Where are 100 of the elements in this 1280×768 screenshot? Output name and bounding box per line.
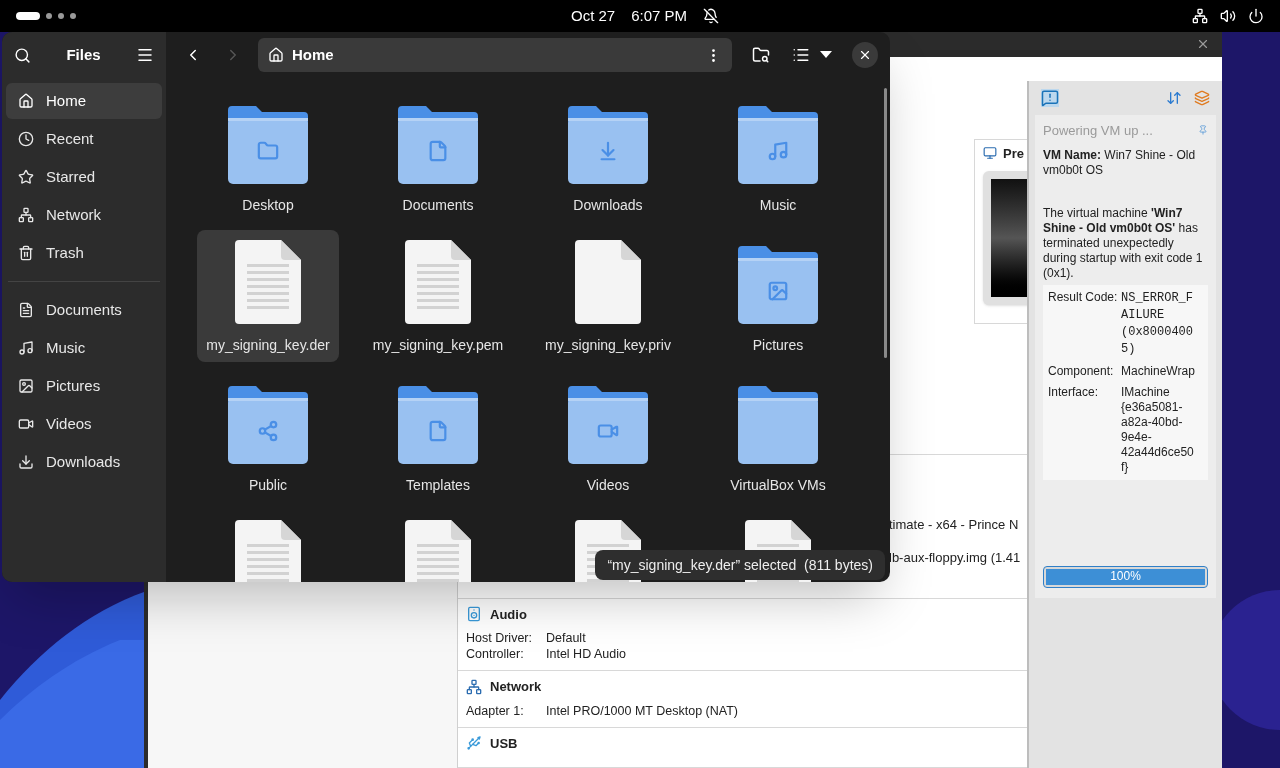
- detail-label: Adapter 1:: [466, 702, 525, 719]
- detail-label: Component:: [1048, 363, 1115, 379]
- sidebar-item[interactable]: Downloads: [6, 444, 162, 480]
- path-bar[interactable]: Home: [258, 38, 732, 72]
- file-name: VirtualBox VMs: [729, 476, 827, 494]
- close-button[interactable]: [852, 42, 878, 68]
- message-warning-icon[interactable]: [1041, 88, 1059, 107]
- detail-label: Host Driver:: [466, 630, 533, 646]
- star-icon: [18, 169, 34, 185]
- network-icon: [466, 678, 482, 695]
- detail-label: Interface:: [1048, 384, 1100, 401]
- file-name: my_signing_key.pem: [372, 336, 504, 354]
- detail-value: Intel HD Audio: [546, 646, 626, 662]
- network-icon[interactable]: [1192, 8, 1208, 24]
- menu-icon[interactable]: [136, 46, 154, 64]
- path-label: Home: [292, 44, 335, 65]
- file-item[interactable]: my_signing_key.priv: [537, 230, 679, 362]
- detail-label: Controller:: [466, 646, 525, 662]
- folder-icon: [738, 104, 818, 184]
- window-title: Files: [66, 44, 101, 65]
- sidebar-item[interactable]: Music: [6, 330, 162, 366]
- document-icon: [235, 240, 301, 324]
- file-name: my_signing_key.priv: [544, 336, 672, 354]
- sidebar-item[interactable]: Videos: [6, 406, 162, 442]
- power-icon[interactable]: [1248, 8, 1264, 24]
- file-item[interactable]: Downloads: [537, 90, 679, 222]
- document-icon: [405, 240, 471, 324]
- folder-icon: [398, 104, 478, 184]
- workspace-indicator[interactable]: [70, 13, 76, 19]
- detail-text: lb-aux-floppy.img (1.41: [889, 549, 1022, 567]
- monitor-icon: [983, 146, 997, 161]
- detail-value: Intel PRO/1000 MT Desktop (NAT): [546, 702, 738, 719]
- scrollbar[interactable]: [884, 88, 887, 358]
- sidebar-item[interactable]: Network: [6, 197, 162, 233]
- document-icon: [235, 520, 301, 582]
- speaker-icon: [466, 606, 482, 623]
- file-name: Desktop: [241, 196, 295, 214]
- workspace-indicator[interactable]: [58, 13, 64, 19]
- detail-label: Result Code:: [1048, 289, 1119, 306]
- bell-off-icon: [703, 8, 720, 24]
- detail-value: MachineWrap: [1121, 363, 1196, 379]
- workspace-indicator[interactable]: [46, 13, 52, 19]
- folder-icon: [738, 384, 818, 464]
- sidebar-item[interactable]: Recent: [6, 121, 162, 157]
- file-name: Templates: [405, 476, 471, 494]
- folder-search-icon[interactable]: [752, 46, 770, 64]
- home-icon: [18, 93, 34, 109]
- file-item[interactable]: VirtualBox VMs: [707, 370, 849, 502]
- music-note-icon: [18, 340, 34, 356]
- usb-icon: [466, 735, 482, 752]
- file-item[interactable]: Music: [707, 90, 849, 222]
- detail-text: timate - x64 - Prince N: [889, 515, 1020, 534]
- file-item[interactable]: my_signing_key.pem: [367, 230, 509, 362]
- folder-icon: [398, 384, 478, 464]
- folder-icon: [738, 244, 818, 324]
- file-name: Public: [247, 476, 289, 494]
- network-icon: [18, 207, 34, 223]
- sidebar-item[interactable]: Documents: [6, 292, 162, 328]
- progress-text: 100%: [1109, 568, 1142, 585]
- detail-value: IMachine {e36a5081-a82a-40bd-9e4e-42a44d6ce50f}: [1121, 384, 1195, 475]
- time-label: 6:07 PM: [631, 5, 688, 26]
- sort-icon[interactable]: [1166, 89, 1182, 106]
- section-heading: Audio: [490, 605, 527, 624]
- file-item[interactable]: Public: [197, 370, 339, 502]
- file-name: Music: [758, 196, 798, 214]
- file-item[interactable]: Templates: [367, 370, 509, 502]
- volume-icon[interactable]: [1220, 8, 1236, 24]
- close-icon: [858, 48, 872, 62]
- detail-value: Default: [546, 630, 586, 646]
- search-icon[interactable]: [14, 46, 31, 64]
- video-icon: [18, 416, 34, 432]
- section-heading: USB: [490, 734, 518, 753]
- file-name: Videos: [585, 476, 631, 494]
- trash-icon: [18, 245, 34, 261]
- error-message: The virtual machine 'Win7 Shine - Old vm0b0t OS' has terminated unexpectedly during startup with exit code 1 (0x1).: [1043, 205, 1204, 281]
- sidebar-item[interactable]: Pictures: [6, 368, 162, 404]
- document-icon: [18, 302, 34, 318]
- workspace-indicator[interactable]: [16, 12, 40, 20]
- file-name: Downloads: [572, 196, 644, 214]
- file-item[interactable]: Videos: [537, 370, 679, 502]
- list-view-icon[interactable]: [792, 46, 810, 64]
- file-item[interactable]: Pictures: [707, 230, 849, 362]
- caret-icon[interactable]: [820, 51, 832, 59]
- section-heading: Pre: [1003, 144, 1024, 163]
- home-icon: [268, 47, 284, 63]
- file-item[interactable]: Desktop: [197, 90, 339, 222]
- sidebar-item[interactable]: Starred: [6, 159, 162, 195]
- vm-name-text: VM Name: Win7 Shine - Old vm0b0t OS: [1043, 147, 1197, 178]
- sidebar-item[interactable]: Trash: [6, 235, 162, 271]
- file-item[interactable]: Documents: [367, 90, 509, 222]
- document-icon: [575, 240, 641, 324]
- file-name: Pictures: [751, 336, 805, 354]
- file-name: Documents: [401, 196, 475, 214]
- folder-icon: [568, 104, 648, 184]
- section-heading: Network: [490, 678, 542, 696]
- folder-icon: [568, 384, 648, 464]
- date-label: Oct 27: [570, 5, 616, 26]
- file-item[interactable]: my_signing_key.der: [197, 230, 339, 362]
- image-icon: [18, 378, 34, 394]
- sidebar-item[interactable]: Home: [6, 83, 162, 119]
